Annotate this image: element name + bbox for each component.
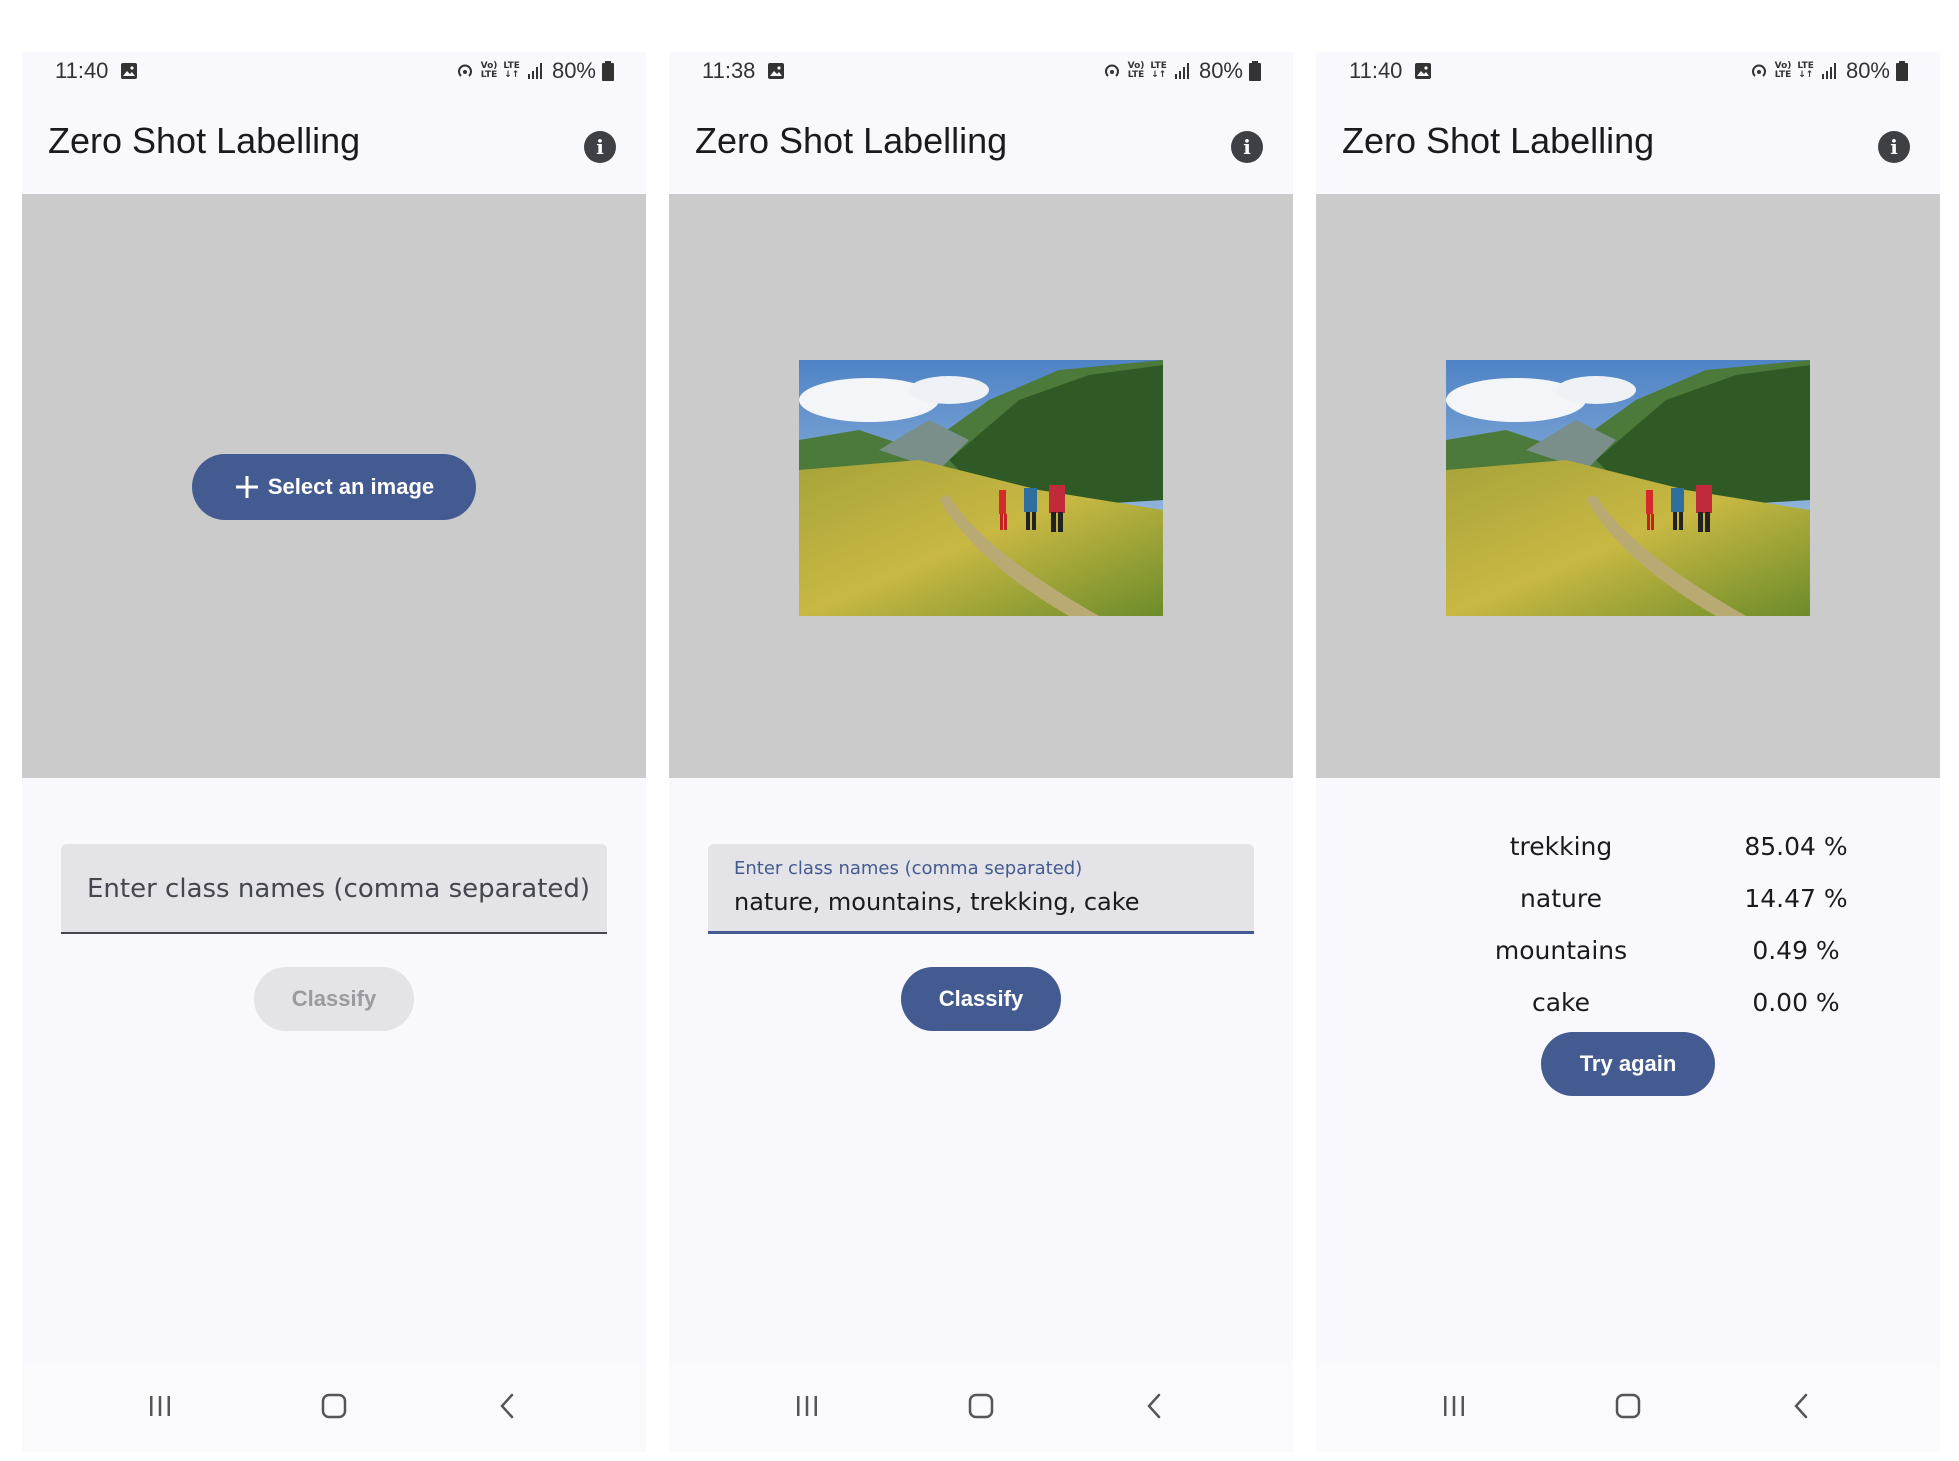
result-row: mountains 0.49 % xyxy=(1316,928,1940,980)
classify-label: Classify xyxy=(291,986,377,1011)
result-score: 0.49 % xyxy=(1752,936,1840,965)
app-title: Zero Shot Labelling xyxy=(695,120,1008,161)
result-label: trekking xyxy=(1509,832,1613,861)
selected-image-hikers[interactable] xyxy=(1446,360,1810,616)
back-icon[interactable] xyxy=(488,1386,528,1426)
recents-icon[interactable] xyxy=(140,1386,180,1426)
select-image-label: Select an image xyxy=(267,474,435,499)
info-icon[interactable]: i xyxy=(584,131,616,163)
selected-image-hikers[interactable] xyxy=(799,360,1163,616)
volte-indicator: Vo) LTE xyxy=(1774,61,1792,80)
result-label: mountains xyxy=(1494,936,1628,965)
result-label: cake xyxy=(1531,988,1591,1017)
status-indicators: Vo) LTE LTE ↓↑ 80% xyxy=(1102,58,1261,84)
screenshot-canvas: 11:40 Vo) LTE LTE ↓↑ 80% Zero Shot Label… xyxy=(0,0,1959,1461)
battery-percent: 80% xyxy=(1198,58,1243,83)
select-image-button[interactable]: Select an image xyxy=(192,454,476,520)
recents-icon[interactable] xyxy=(1434,1386,1474,1426)
volte-indicator: Vo) LTE xyxy=(480,61,498,80)
classify-button[interactable]: Classify xyxy=(254,967,414,1031)
image-icon xyxy=(121,63,137,79)
status-time: 11:40 xyxy=(55,58,109,83)
status-bar: 11:38 Vo) LTE LTE ↓↑ 80% xyxy=(669,52,1293,94)
volte-indicator: Vo) LTE xyxy=(1127,61,1145,80)
app-title: Zero Shot Labelling xyxy=(48,120,361,161)
phone-screen-empty: 11:40 Vo) LTE LTE ↓↑ 80% Zero Shot Label… xyxy=(22,52,646,1452)
status-indicators: Vo) LTE LTE ↓↑ 80% xyxy=(455,58,614,84)
result-row: nature 14.47 % xyxy=(1316,876,1940,928)
battery-icon xyxy=(1249,61,1261,81)
app-bar: Zero Shot Labelling i xyxy=(1316,94,1940,194)
signal-icon xyxy=(1821,63,1836,79)
result-row: trekking 85.04 % xyxy=(1316,824,1940,876)
info-icon[interactable]: i xyxy=(1231,131,1263,163)
status-indicators: Vo) LTE LTE ↓↑ 80% xyxy=(1749,58,1908,84)
image-icon xyxy=(768,63,784,79)
status-bar: 11:40 Vo) LTE LTE ↓↑ 80% xyxy=(22,52,646,94)
result-label: nature xyxy=(1520,884,1602,913)
lte-indicator: LTE ↓↑ xyxy=(1797,61,1814,80)
hotspot-icon xyxy=(1104,64,1119,77)
try-again-label: Try again xyxy=(1579,1051,1677,1076)
signal-icon xyxy=(527,63,542,79)
battery-icon xyxy=(1896,61,1908,81)
try-again-button[interactable]: Try again xyxy=(1541,1032,1715,1096)
class-names-input[interactable]: Enter class names (comma separated) natu… xyxy=(708,844,1254,934)
status-bar: 11:40 Vo) LTE LTE ↓↑ 80% xyxy=(1316,52,1940,94)
app-bar: Zero Shot Labelling i xyxy=(669,94,1293,194)
status-time: 11:40 xyxy=(1349,58,1403,83)
info-icon[interactable]: i xyxy=(1878,131,1910,163)
navigation-bar xyxy=(669,1364,1293,1452)
result-score: 14.47 % xyxy=(1744,884,1848,913)
battery-percent: 80% xyxy=(1845,58,1890,83)
result-row: cake 0.00 % xyxy=(1316,980,1940,1032)
app-bar: Zero Shot Labelling i xyxy=(22,94,646,194)
home-icon[interactable] xyxy=(314,1386,354,1426)
status-time: 11:38 xyxy=(702,58,756,83)
back-icon[interactable] xyxy=(1135,1386,1175,1426)
class-names-value: nature, mountains, trekking, cake xyxy=(734,888,1140,916)
phone-screen-results: 11:40 Vo) LTE LTE ↓↑ 80% Zero Shot Label… xyxy=(1316,52,1940,1452)
home-icon[interactable] xyxy=(1608,1386,1648,1426)
class-names-label: Enter class names (comma separated) xyxy=(734,858,1083,879)
image-area: Select an image xyxy=(22,194,646,778)
plus-icon xyxy=(235,476,258,498)
lte-indicator: LTE ↓↑ xyxy=(1150,61,1167,80)
battery-percent: 80% xyxy=(551,58,596,83)
classify-button[interactable]: Classify xyxy=(901,967,1061,1031)
home-icon[interactable] xyxy=(961,1386,1001,1426)
battery-icon xyxy=(602,61,614,81)
class-names-placeholder: Enter class names (comma separated) xyxy=(87,874,591,904)
back-icon[interactable] xyxy=(1782,1386,1822,1426)
navigation-bar xyxy=(1316,1364,1940,1452)
image-area xyxy=(1316,194,1940,778)
navigation-bar xyxy=(22,1364,646,1452)
phone-screen-input: 11:38 Vo) LTE LTE ↓↑ 80% Zero Shot Label… xyxy=(669,52,1293,1452)
result-score: 85.04 % xyxy=(1744,832,1848,861)
hotspot-icon xyxy=(1751,64,1766,77)
recents-icon[interactable] xyxy=(787,1386,827,1426)
result-score: 0.00 % xyxy=(1752,988,1840,1017)
classify-label: Classify xyxy=(938,986,1024,1011)
signal-icon xyxy=(1174,63,1189,79)
lte-indicator: LTE ↓↑ xyxy=(503,61,520,80)
class-names-input[interactable]: Enter class names (comma separated) xyxy=(61,844,607,934)
image-area xyxy=(669,194,1293,778)
image-icon xyxy=(1415,63,1431,79)
hotspot-icon xyxy=(457,64,472,77)
app-title: Zero Shot Labelling xyxy=(1342,120,1655,161)
